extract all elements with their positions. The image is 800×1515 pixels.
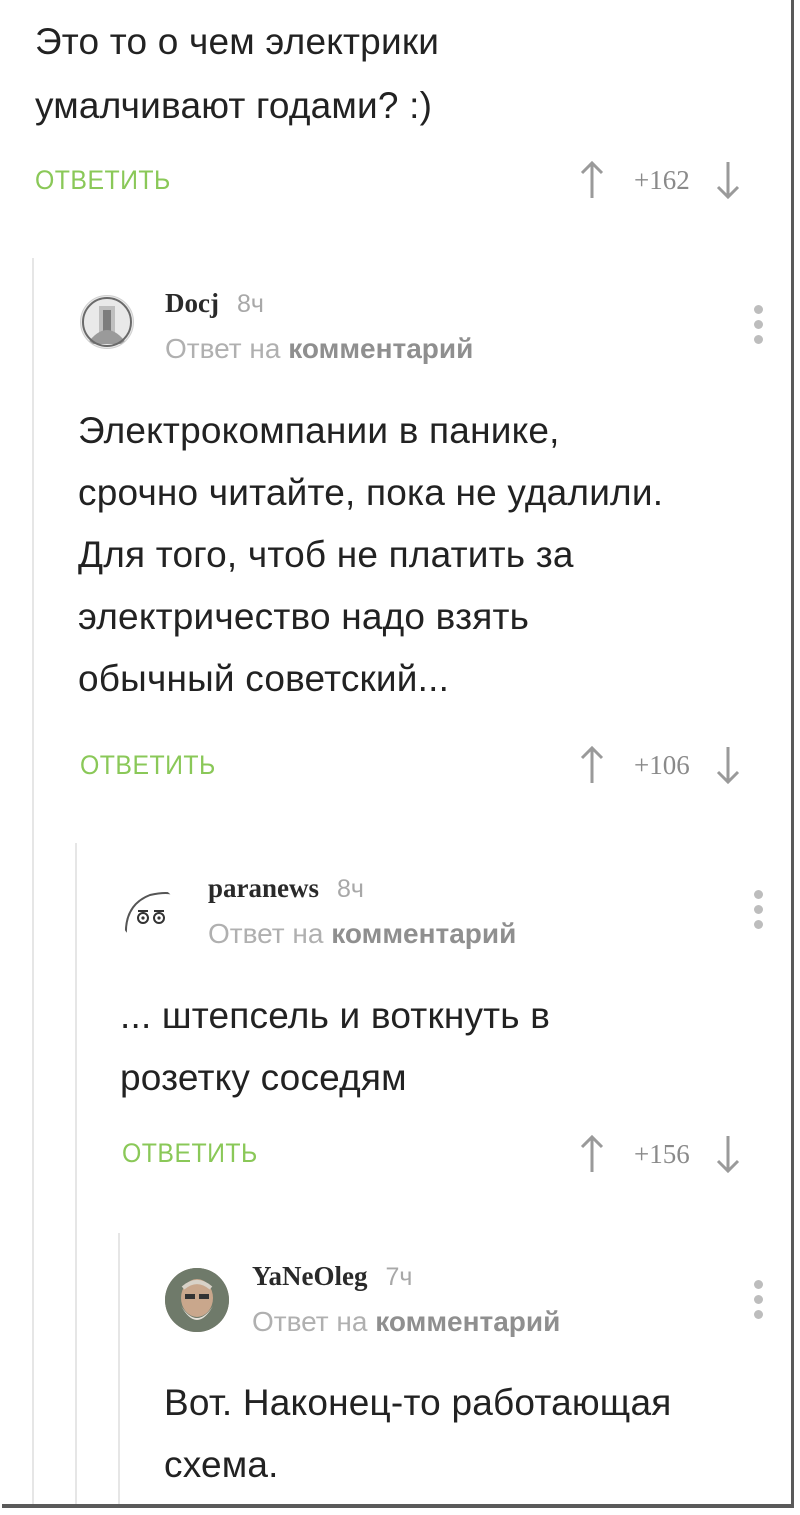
comment-time: 8ч	[236, 290, 264, 318]
comment-thread: Это то о чем электрики умалчивают годами…	[2, 0, 794, 1508]
reply-to-prefix: Ответ на	[165, 333, 281, 364]
comment-header: paranews 8ч	[208, 873, 364, 904]
reply-to-link[interactable]: комментарий	[331, 918, 516, 949]
more-vertical-icon[interactable]	[754, 305, 764, 350]
comment-root: Это то о чем электрики умалчивают годами…	[35, 10, 775, 138]
more-vertical-icon[interactable]	[754, 1280, 764, 1325]
thread-line	[75, 843, 77, 1504]
avatar[interactable]	[165, 1268, 229, 1332]
comment-body: Вот. Наконец-то работающая схема.	[164, 1372, 784, 1496]
arrow-up-icon[interactable]	[580, 160, 604, 200]
comment-text: Это то о чем электрики умалчивают годами…	[35, 21, 440, 126]
thread-line	[118, 1233, 120, 1504]
reply-to-prefix: Ответ на	[208, 918, 324, 949]
avatar[interactable]	[80, 295, 134, 349]
reply-to-label: Ответ на комментарий	[165, 333, 473, 365]
arrow-down-icon[interactable]	[716, 160, 740, 200]
arrow-up-icon[interactable]	[580, 1134, 604, 1174]
thread-line	[32, 258, 34, 1504]
reply-to-link[interactable]: комментарий	[288, 333, 473, 364]
rating-value: +106	[634, 749, 690, 780]
reply-button[interactable]: ОТВЕТИТЬ	[35, 165, 171, 196]
author-name[interactable]: paranews	[208, 873, 319, 904]
rating-value: +162	[634, 164, 690, 195]
avatar[interactable]	[120, 885, 178, 943]
reply-button[interactable]: ОТВЕТИТЬ	[122, 1138, 258, 1169]
comment-body: ... штепсель и воткнуть в розетку соседя…	[120, 985, 780, 1109]
reply-to-label: Ответ на комментарий	[252, 1306, 560, 1338]
vote-control: +156	[580, 1134, 740, 1174]
comment-text: ... штепсель и воткнуть в розетку соседя…	[120, 995, 551, 1098]
comment-text: Вот. Наконец-то работающая схема.	[164, 1382, 672, 1485]
comment-body: Электрокомпании в панике, срочно читайте…	[78, 400, 778, 710]
vote-control: +106	[580, 745, 740, 785]
comment-time: 7ч	[385, 1263, 413, 1291]
comment-header: Docj 8ч	[165, 288, 264, 319]
arrow-down-icon[interactable]	[716, 1134, 740, 1174]
more-vertical-icon[interactable]	[754, 890, 764, 935]
vote-control: +162	[580, 160, 740, 200]
arrow-down-icon[interactable]	[716, 745, 740, 785]
reply-to-label: Ответ на комментарий	[208, 918, 516, 950]
reply-button[interactable]: ОТВЕТИТЬ	[80, 750, 216, 781]
comment-time: 8ч	[337, 875, 364, 903]
comment-header: YaNeOleg 7ч	[252, 1261, 412, 1292]
arrow-up-icon[interactable]	[580, 745, 604, 785]
rating-value: +156	[634, 1138, 690, 1169]
reply-to-prefix: Ответ на	[252, 1306, 368, 1337]
author-name[interactable]: Docj	[165, 288, 219, 319]
reply-to-link[interactable]: комментарий	[375, 1306, 560, 1337]
comment-text: Электрокомпании в панике, срочно читайте…	[78, 410, 664, 699]
author-name[interactable]: YaNeOleg	[252, 1261, 367, 1292]
